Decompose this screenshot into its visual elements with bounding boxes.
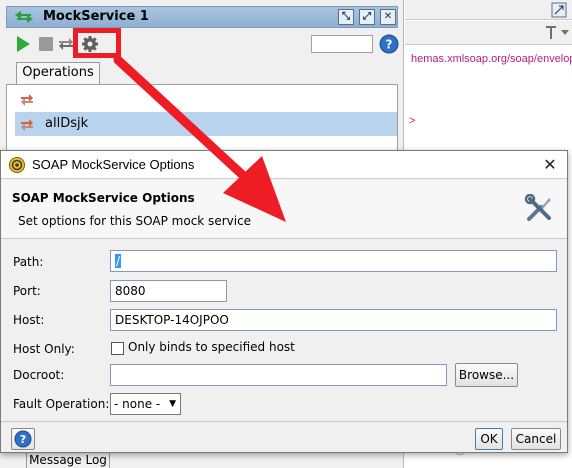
path-label: Path:: [13, 255, 44, 269]
mockservice-icon: [15, 11, 33, 23]
tab-message-log[interactable]: Message Log: [26, 452, 110, 468]
editor-toolbar: [405, 21, 572, 45]
soap-mockservice-options-dialog: SOAP MockService Options ✕ SOAP MockServ…: [0, 150, 568, 453]
soapui-logo-icon: [9, 157, 25, 173]
help-icon: ?: [14, 430, 32, 448]
dropdown-icon[interactable]: [560, 29, 570, 37]
cancel-button[interactable]: Cancel: [511, 428, 561, 450]
settings-highlight-box: [73, 28, 121, 58]
fault-operation-select[interactable]: - none - ▼: [110, 393, 181, 415]
operation-row[interactable]: allDsjk: [15, 112, 397, 136]
mockservice-title: MockService 1: [43, 9, 149, 24]
host-only-checkbox-text[interactable]: Only binds to specified host: [128, 340, 295, 354]
close-icon[interactable]: ✕: [380, 9, 396, 25]
svg-text:?: ?: [20, 433, 26, 446]
mockservice-toolbar: ?: [6, 30, 399, 58]
dialog-header-title: SOAP MockService Options: [12, 191, 195, 205]
toolbar-search-input[interactable]: [311, 35, 373, 53]
xml-tag-fragment: >: [409, 115, 416, 127]
dialog-header-description: Set options for this SOAP mock service: [18, 214, 252, 228]
svg-text:?: ?: [386, 38, 393, 52]
start-icon[interactable]: [14, 35, 32, 53]
dialog-close-button[interactable]: ✕: [539, 154, 561, 176]
mockservice-titlebar: MockService 1 ⤡ ⤢ ✕: [6, 6, 398, 28]
editor-window-controls: [405, 0, 572, 20]
host-only-label: Host Only:: [13, 342, 75, 356]
tools-icon: [524, 194, 551, 221]
format-icon[interactable]: [545, 26, 557, 40]
port-label: Port:: [13, 284, 41, 298]
path-selected-text: /: [115, 254, 122, 268]
operation-name: allDsjk: [45, 116, 89, 131]
fault-operation-label: Fault Operation:: [13, 397, 110, 411]
operations-panel: allDsjk: [6, 84, 398, 154]
footer-divider: [1, 421, 567, 422]
dialog-header: SOAP MockService Options Set options for…: [1, 180, 567, 239]
restore-icon[interactable]: ⤡: [338, 9, 354, 25]
dialog-title: SOAP MockService Options: [32, 157, 195, 172]
operation-icon: [21, 119, 33, 131]
docroot-input[interactable]: [110, 364, 447, 386]
path-input[interactable]: /: [110, 250, 557, 272]
chevron-down-icon: ▼: [169, 399, 176, 409]
maximize-icon[interactable]: ⤢: [359, 9, 375, 25]
browse-button[interactable]: Browse...: [455, 363, 518, 387]
dialog-titlebar: SOAP MockService Options ✕: [1, 151, 567, 179]
ok-button[interactable]: OK: [475, 428, 503, 450]
fault-operation-value: - none -: [114, 397, 161, 411]
restore-icon[interactable]: [551, 2, 567, 18]
dialog-help-button[interactable]: ?: [11, 428, 35, 450]
stop-icon[interactable]: [37, 35, 55, 53]
host-only-checkbox[interactable]: [111, 342, 124, 355]
docroot-label: Docroot:: [13, 368, 65, 382]
port-input[interactable]: 8080: [110, 280, 227, 302]
help-icon[interactable]: ?: [379, 34, 399, 54]
host-input[interactable]: DESKTOP-14OJPOO: [110, 309, 557, 331]
tab-operations[interactable]: Operations: [16, 62, 100, 84]
xml-namespace-text: hemas.xmlsoap.org/soap/envelope: [411, 53, 572, 65]
host-label: Host:: [13, 313, 45, 327]
refresh-icon[interactable]: [19, 91, 35, 107]
